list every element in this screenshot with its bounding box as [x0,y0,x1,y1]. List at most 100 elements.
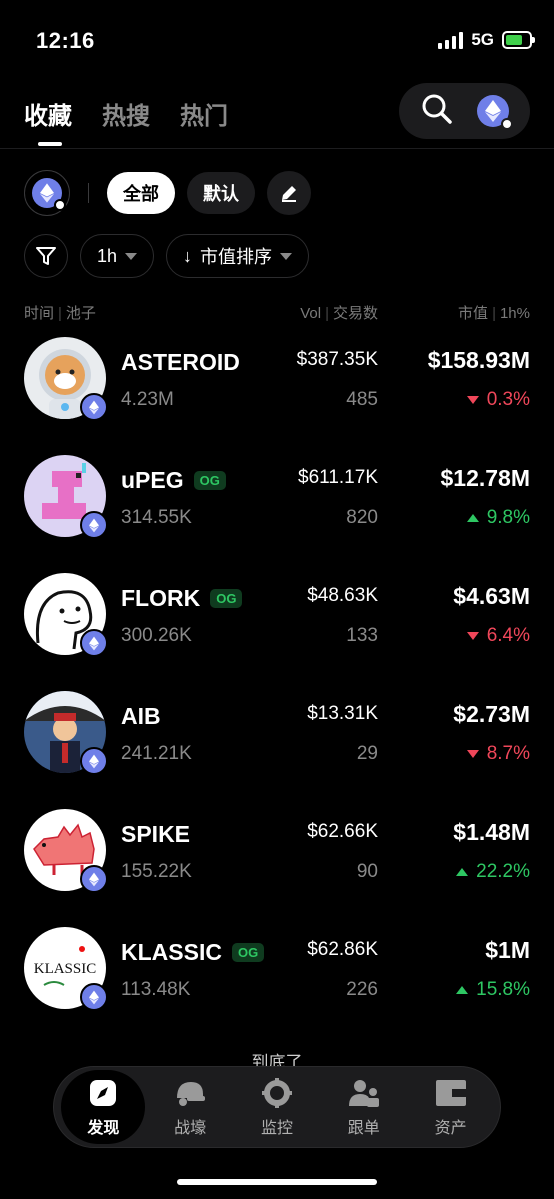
token-change: 9.8% [466,507,530,529]
timeframe-select[interactable]: 1h [80,234,155,278]
divider [0,148,554,149]
top-actions [399,83,530,139]
down-triangle-icon [466,632,479,640]
nav-label: 资产 [434,1120,467,1137]
change-value: 22.2% [476,861,530,882]
token-tx-count: 133 [346,625,378,646]
down-triangle-icon [466,750,479,758]
column-header-vol-tx: Vol | 交易数 [300,305,378,322]
token-volume: $13.31K [307,703,378,724]
edit-button[interactable] [267,171,311,215]
nav-label: 监控 [260,1120,293,1137]
filter-button[interactable] [24,234,68,278]
token-tx-count: 820 [346,507,378,528]
og-badge: OG [193,471,226,490]
token-row[interactable]: AIB 241.21K $13.31K 29 $2.73M 8.7% [0,691,554,809]
group-all-button[interactable]: 全部 [107,172,175,214]
column-header-time-pool: 时间 | 池子 [24,305,96,322]
ethereum-icon [80,393,108,421]
token-change: 8.7% [466,743,530,765]
ethereum-icon [484,100,501,122]
token-name: AIB [121,703,161,729]
search-icon[interactable] [420,92,454,131]
funnel-icon [36,247,56,265]
token-pool: 4.23M [121,389,174,410]
ethereum-icon [80,747,108,775]
caret-down-icon [280,252,293,260]
nav-label: 发现 [87,1120,120,1137]
nav-monitor[interactable]: 监控 [235,1070,319,1144]
change-value: 15.8% [476,979,530,1000]
battery-icon [502,31,535,49]
token-row[interactable]: ASTEROID 4.23M $387.35K 485 $158.93M 0.3… [0,337,554,455]
ethereum-icon [80,865,108,893]
nav-label: 战壕 [174,1120,207,1137]
nav-copytrade[interactable]: 跟单 [322,1070,406,1144]
helmet-icon [177,1082,206,1106]
pencil-icon [282,186,296,202]
token-change: 22.2% [456,861,530,883]
token-row[interactable]: SPIKE 155.22K $62.66K 90 $1.48M 22.2% [0,809,554,927]
tab-favorites[interactable]: 收藏 [24,96,72,131]
token-volume: $62.66K [307,821,378,842]
token-pool: 113.48K [121,979,191,1000]
token-volume: $48.63K [307,585,378,606]
column-time: 时间 [24,305,55,322]
column-mcap: 市值 [458,305,489,322]
token-market-cap: $1M [485,937,530,963]
sort-select[interactable]: ↓ 市值排序 [166,234,310,278]
token-tx-count: 90 [356,861,378,882]
nav-assets[interactable]: 资产 [409,1070,493,1144]
status-bar: 12:16 5G [0,0,554,80]
change-value: 9.8% [486,507,530,528]
column-pool: 池子 [65,305,96,322]
change-value: 6.4% [486,625,530,646]
copytrade-icon [348,1080,379,1107]
chain-switch-button[interactable] [476,95,513,130]
token-row[interactable]: FLORK OG 300.26K $48.63K 133 $4.63M 6.4% [0,573,554,691]
ethereum-icon [80,511,108,539]
sort-row: 1h ↓ 市值排序 [24,234,310,278]
column-change: 1h% [499,305,530,322]
token-market-cap: $4.63M [453,583,530,609]
top-tabs: 收藏 热搜 热门 [24,96,228,131]
chain-filter-button[interactable] [24,170,70,216]
change-value: 8.7% [486,743,530,764]
chevron-down-icon [500,118,513,130]
token-pool: 155.22K [121,861,192,882]
tab-hot[interactable]: 热门 [180,96,228,131]
token-market-cap: $12.78M [440,465,530,491]
up-triangle-icon [466,514,479,522]
nav-trenches[interactable]: 战壕 [148,1070,232,1144]
down-triangle-icon [466,396,479,404]
up-triangle-icon [456,868,469,876]
token-tx-count: 226 [346,979,378,1000]
token-name: KLASSIC [121,939,222,965]
token-name: ASTEROID [121,349,240,375]
bottom-nav: 发现 战壕 监控 跟单 资产 [53,1066,501,1148]
network-type: 5G [471,30,494,49]
ethereum-icon [80,983,108,1011]
token-pool: 314.55K [121,507,192,528]
sort-label: 市值排序 [200,247,273,267]
column-tx: 交易数 [332,305,378,322]
active-tab-indicator [38,142,62,146]
token-row[interactable]: uPEG OG 314.55K $611.17K 820 $12.78M 9.8% [0,455,554,573]
token-name: FLORK [121,585,201,611]
tab-trending-search[interactable]: 热搜 [102,96,150,131]
token-market-cap: $2.73M [453,701,530,727]
status-time: 12:16 [36,28,95,53]
nav-label: 跟单 [347,1120,380,1137]
column-vol: Vol [300,305,322,322]
token-volume: $62.86K [307,939,378,960]
column-header-mcap-change: 市值 | 1h% [458,305,530,322]
caret-down-icon [125,252,138,260]
nav-discover[interactable]: 发现 [61,1070,146,1144]
compass-icon [90,1080,117,1106]
group-default-button[interactable]: 默认 [187,172,255,214]
timeframe-value: 1h [97,245,118,266]
token-row[interactable]: KLASSIC KLASSIC OG 113.48K $62.86K 226 $1… [0,927,554,1045]
og-badge: OG [210,589,243,608]
sort-arrow-icon: ↓ [183,245,193,266]
ethereum-icon [32,178,66,211]
